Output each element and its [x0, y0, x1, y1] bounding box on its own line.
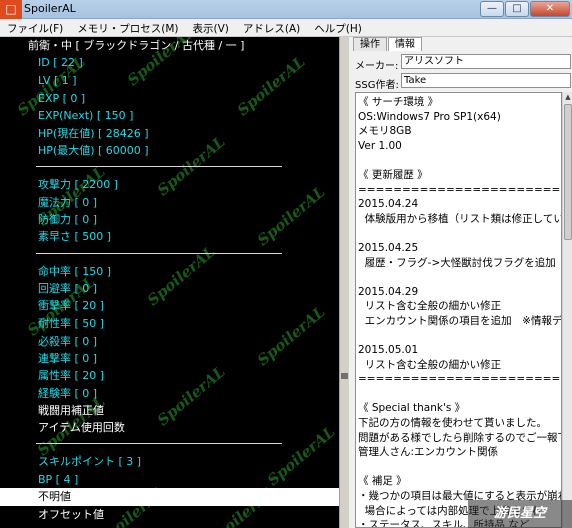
tree-item-resist-rate[interactable]: 耐性率 [ 50 ]	[0, 315, 339, 333]
info-line: 下記の方の情報を使わせて貰いました。	[358, 417, 547, 430]
maker-label: メーカー:	[355, 61, 399, 72]
menu-file[interactable]: ファイル(F)	[0, 19, 70, 36]
info-line: OS:Windows7 Pro SP1(x64)	[358, 110, 501, 123]
info-line: 履歴・フラグ->大怪獣討伐フラグを追加	[358, 256, 556, 269]
info-line: 《 サーチ環境 》	[358, 96, 439, 108]
tab-operation[interactable]: 操作	[353, 37, 387, 51]
info-line: ================================	[358, 373, 561, 386]
menu-help[interactable]: ヘルプ(H)	[307, 19, 369, 36]
menu-bar: ファイル(F) メモリ・プロセス(M) 表示(V) アドレス(A) ヘルプ(H)	[0, 19, 572, 37]
tree-item-exp-next[interactable]: EXP(Next) [ 150 ]	[0, 107, 339, 125]
menu-view[interactable]: 表示(V)	[186, 19, 236, 36]
tree-item-critical-rate[interactable]: 必殺率 [ 0 ]	[0, 333, 339, 351]
panel-splitter[interactable]	[339, 37, 349, 528]
tree-folder-battle-correction[interactable]: 戦闘用補正値	[0, 402, 339, 420]
separator	[36, 253, 282, 254]
maker-field[interactable]: アリスソフト	[401, 54, 571, 69]
window-title: SpoilerAL	[24, 2, 76, 15]
tree-item-bp[interactable]: BP [ 4 ]	[0, 471, 339, 489]
info-line: 管理人さん:エンカウント関係	[358, 446, 499, 459]
tree-item-impact-rate[interactable]: 衝撃率 [ 20 ]	[0, 297, 339, 315]
menu-memory-process[interactable]: メモリ・プロセス(M)	[70, 19, 185, 36]
scroll-thumb[interactable]	[564, 104, 572, 240]
tree-item-lv[interactable]: LV [ 1 ]	[0, 72, 339, 90]
splitter-grip-icon[interactable]	[341, 373, 348, 379]
tree-item-hit-rate[interactable]: 命中率 [ 150 ]	[0, 263, 339, 281]
separator	[36, 443, 282, 444]
info-line: エンカウント関係の項目を追加 ※情報デ	[358, 314, 562, 327]
info-line	[358, 329, 561, 344]
info-line: 《 更新履歴 》	[358, 168, 428, 181]
tree-item-attribute-rate[interactable]: 属性率 [ 20 ]	[0, 367, 339, 385]
menu-address[interactable]: アドレス(A)	[236, 19, 307, 36]
site-watermark-stamp: 游民星空	[468, 500, 572, 528]
info-line: リスト含む全般の細かい修正	[358, 300, 502, 313]
close-button[interactable]: ✕	[530, 1, 570, 17]
title-bar: □ SpoilerAL — □ ✕	[0, 0, 572, 19]
tree-folder-offset[interactable]: オフセット値	[0, 506, 339, 524]
info-line: リスト含む全般の細かい修正	[358, 358, 502, 371]
tab-info[interactable]: 情報	[388, 37, 422, 51]
info-line: Ver 1.00	[358, 139, 402, 152]
tree-item-attack[interactable]: 攻撃力 [ 2200 ]	[0, 176, 339, 194]
info-line	[358, 387, 561, 402]
tree-item-speed[interactable]: 素早さ [ 500 ]	[0, 228, 339, 246]
tree-item-evasion-rate[interactable]: 回避率 [ 0 ]	[0, 280, 339, 298]
info-line	[358, 226, 561, 241]
tree-item-exp[interactable]: EXP [ 0 ]	[0, 90, 339, 108]
tree-item-exp-rate[interactable]: 経験率 [ 0 ]	[0, 385, 339, 403]
tree-folder-unknown-selected[interactable]: 不明値	[0, 488, 339, 506]
scroll-up-icon[interactable]: ▲	[563, 92, 572, 103]
tree-item-magic[interactable]: 魔法力 [ 0 ]	[0, 194, 339, 212]
info-line	[358, 270, 561, 285]
info-line: 問題がある様でしたら削除するのでご一報下	[358, 431, 562, 444]
tree-item-defense[interactable]: 防御力 [ 0 ]	[0, 211, 339, 229]
app-icon[interactable]: □	[0, 0, 22, 19]
minimize-button[interactable]: —	[480, 1, 504, 17]
info-line	[358, 153, 561, 168]
info-line: 2015.04.29	[358, 285, 419, 298]
tree-folder-item-use-count[interactable]: アイテム使用回数	[0, 419, 339, 437]
info-line: 2015.04.24	[358, 198, 419, 211]
info-line	[358, 460, 561, 475]
cheat-tree-panel[interactable]: SpoilerAL SpoilerAL SpoilerAL SpoilerAL Spoi…	[0, 37, 339, 528]
tree-item-combo-rate[interactable]: 連撃率 [ 0 ]	[0, 350, 339, 368]
tree-item-hp-max[interactable]: HP(最大値) [ 60000 ]	[0, 142, 339, 160]
tree-item-id[interactable]: ID [ 22 ]	[0, 54, 339, 72]
author-label: SSG作者:	[355, 80, 399, 91]
info-line: 体験版用から移植（リスト類は修正してい	[358, 212, 562, 225]
info-line: メモリ8GB	[358, 125, 412, 138]
info-line: 《 Special thank's 》	[358, 402, 466, 415]
info-panel: 操作 情報 メーカー: アリスソフト SSG作者: Take 《 サーチ環境 》…	[349, 37, 572, 528]
info-line: ================================	[358, 183, 561, 196]
author-field[interactable]: Take	[401, 73, 571, 88]
info-line: 2015.05.01	[358, 344, 419, 357]
info-scrollbar[interactable]: ▲	[562, 92, 572, 528]
maximize-button[interactable]: □	[505, 1, 529, 17]
tree-header[interactable]: 前衛・中 [ ブラックドラゴン / 古代種 / 一 ]	[0, 37, 339, 55]
info-line: 《 補足 》	[358, 475, 407, 488]
separator	[36, 166, 282, 167]
info-text: 《 サーチ環境 》 OS:Windows7 Pro SP1(x64) メモリ8GB V…	[358, 95, 562, 527]
tree-item-skill-points[interactable]: スキルポイント [ 3 ]	[0, 453, 339, 471]
tree-item-hp-current[interactable]: HP(現在値) [ 28426 ]	[0, 125, 339, 143]
info-line: 2015.04.25	[358, 241, 419, 254]
info-text-area[interactable]: 《 サーチ環境 》 OS:Windows7 Pro SP1(x64) メモリ8GB V…	[355, 92, 562, 528]
